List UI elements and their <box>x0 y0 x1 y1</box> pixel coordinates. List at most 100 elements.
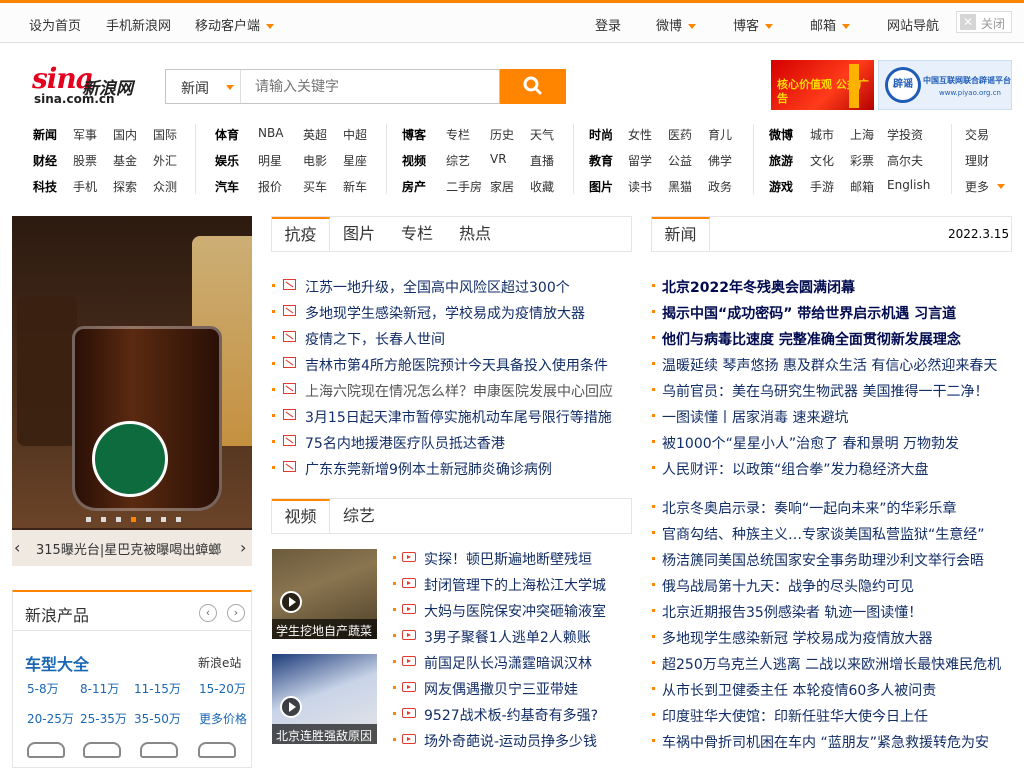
nav-link[interactable]: 公益 <box>668 152 692 169</box>
carousel-dot[interactable] <box>161 517 166 522</box>
news-link[interactable]: 3月15日起天津市暂停实施机动车尾号限行等措施 <box>305 407 612 427</box>
carousel-dot[interactable] <box>146 517 151 522</box>
weibo-menu[interactable]: 微博 <box>656 15 697 34</box>
news-link[interactable]: 多地现学生感染新冠，学校易成为疫情放大器 <box>305 303 585 323</box>
nav-link[interactable]: 国际 <box>153 126 177 143</box>
video-news-link[interactable]: 网友偶遇撒贝宁三亚带娃 <box>424 679 578 699</box>
search-button[interactable] <box>500 69 566 104</box>
tab-hot[interactable]: 热点 <box>446 217 504 251</box>
price-range-link[interactable]: 35-50万 <box>134 710 181 727</box>
video-news-link[interactable]: 前国足队长冯潇霆暗讽汉林 <box>424 653 592 673</box>
nav-link[interactable]: 理财 <box>965 152 989 169</box>
nav-link[interactable]: 探索 <box>113 178 137 195</box>
video-news-link[interactable]: 大妈与医院保安冲突砸输液室 <box>424 601 606 621</box>
nav-link[interactable]: 体育 <box>215 126 239 143</box>
video-thumbnail[interactable]: 北京连胜强敌原因 <box>272 654 377 744</box>
carousel-dot[interactable] <box>176 517 181 522</box>
nav-link[interactable]: 明星 <box>258 152 282 169</box>
nav-link[interactable]: 报价 <box>258 178 282 195</box>
nav-link[interactable]: 视频 <box>402 152 426 169</box>
products-next-button[interactable]: › <box>227 604 245 622</box>
carousel-prev-icon[interactable]: ‹ <box>14 538 20 557</box>
nav-link[interactable]: 城市 <box>810 126 834 143</box>
nav-link[interactable]: 高尔夫 <box>887 152 923 169</box>
carousel-caption-text[interactable]: 315曝光台|星巴克被曝喝出蟑螂 <box>36 539 221 558</box>
carousel-dot[interactable] <box>101 517 106 522</box>
nav-link[interactable]: 新车 <box>343 178 367 195</box>
price-range-link[interactable]: 更多价格 <box>199 710 247 727</box>
news-link[interactable]: 超250万乌克兰人逃离 二战以来欧洲增长最快难民危机 <box>662 654 1001 674</box>
nav-link[interactable]: 读书 <box>628 178 652 195</box>
tab-video[interactable]: 视频 <box>272 499 330 533</box>
car-icon[interactable] <box>27 742 65 758</box>
price-range-link[interactable]: 5-8万 <box>27 680 59 697</box>
video-news-link[interactable]: 场外奇葩说-运动员挣多少钱 <box>424 731 597 751</box>
price-range-link[interactable]: 25-35万 <box>80 710 127 727</box>
nav-link[interactable]: 中超 <box>343 126 367 143</box>
car-icon[interactable] <box>198 742 236 758</box>
news-link[interactable]: 官商勾结、种族主义…专家谈美国私营监狱“生意经” <box>662 524 985 544</box>
nav-link[interactable]: 国内 <box>113 126 137 143</box>
video-news-link[interactable]: 封闭管理下的上海松江大学城 <box>424 575 606 595</box>
nav-link[interactable]: 新闻 <box>33 126 57 143</box>
nav-link[interactable]: 众测 <box>153 178 177 195</box>
news-link[interactable]: 疫情之下，长春人世间 <box>305 329 445 349</box>
car-icon[interactable] <box>83 742 121 758</box>
sina-estation-link[interactable]: 新浪e站 <box>198 654 241 671</box>
close-button[interactable]: ✕ 关闭 <box>956 11 1012 33</box>
nav-link[interactable]: 专栏 <box>446 126 470 143</box>
news-link[interactable]: 杨洁篪同美国总统国家安全事务助理沙利文举行会晤 <box>662 550 984 570</box>
nav-link[interactable]: 彩票 <box>850 152 874 169</box>
nav-link[interactable]: 手游 <box>810 178 834 195</box>
nav-link[interactable]: English <box>887 178 930 192</box>
video-news-link[interactable]: 9527战术板-约基奇有多强? <box>424 705 598 725</box>
products-prev-button[interactable]: ‹ <box>199 604 217 622</box>
nav-link[interactable]: 二手房 <box>446 178 482 195</box>
price-range-link[interactable]: 8-11万 <box>80 680 119 697</box>
carousel-dot[interactable] <box>131 517 136 522</box>
nav-link[interactable]: 女性 <box>628 126 652 143</box>
car-icon[interactable] <box>140 742 178 758</box>
car-models-link[interactable]: 车型大全 <box>25 651 89 675</box>
nav-link[interactable]: 手机 <box>73 178 97 195</box>
nav-link[interactable]: 育儿 <box>708 126 732 143</box>
nav-link[interactable]: 博客 <box>402 126 426 143</box>
carousel-dot[interactable] <box>86 517 91 522</box>
headline-link[interactable]: 北京2022年冬残奥会圆满闭幕 <box>662 277 855 297</box>
price-range-link[interactable]: 20-25万 <box>27 710 74 727</box>
news-link[interactable]: 北京冬奥启示录：奏响“一起向未来”的华彩乐章 <box>662 498 957 518</box>
price-range-link[interactable]: 11-15万 <box>134 680 181 697</box>
tab-variety[interactable]: 综艺 <box>330 499 388 533</box>
tab-columns[interactable]: 专栏 <box>388 217 446 251</box>
news-link[interactable]: 被1000个“星星小人”治愈了 春和景明 万物勃发 <box>662 433 959 453</box>
photo-carousel[interactable]: ‹ 315曝光台|星巴克被曝喝出蟑螂 › <box>12 216 252 566</box>
nav-link[interactable]: 电影 <box>303 152 327 169</box>
nav-link[interactable]: 上海 <box>850 126 874 143</box>
ad-banner-core-values[interactable]: 核心价值观 公益广告 <box>771 60 874 110</box>
tab-pictures[interactable]: 图片 <box>330 217 388 251</box>
nav-link[interactable]: 游戏 <box>769 178 793 195</box>
nav-link[interactable]: 历史 <box>490 126 514 143</box>
nav-link[interactable]: 家居 <box>490 178 514 195</box>
news-link[interactable]: 广东东莞新增9例本土新冠肺炎确诊病例 <box>305 459 552 479</box>
nav-link[interactable]: 英超 <box>303 126 327 143</box>
nav-link[interactable]: 微博 <box>769 126 793 143</box>
video-news-link[interactable]: 实探！顿巴斯遍地断壁残垣 <box>424 549 592 569</box>
search-category-select[interactable]: 新闻 <box>166 70 241 103</box>
mobile-client-menu[interactable]: 移动客户端 <box>195 15 275 34</box>
nav-link[interactable]: 教育 <box>589 152 613 169</box>
sina-logo[interactable]: sina 新浪网 sina.com.cn <box>32 62 144 108</box>
tab-news[interactable]: 新闻 <box>652 217 710 251</box>
news-link[interactable]: 温暖延续 琴声悠扬 惠及群众生活 有信心必然迎来春天 <box>662 355 997 375</box>
ad-banner-rumor-platform[interactable]: 辟谣 中国互联网联合辟谣平台 www.piyao.org.cn <box>878 60 1012 110</box>
nav-link[interactable]: 收藏 <box>530 178 554 195</box>
play-icon[interactable] <box>280 696 302 718</box>
headline-link[interactable]: 揭示中国“成功密码” 带给世界启示机遇 习言道 <box>662 303 956 323</box>
nav-link[interactable]: 邮箱 <box>850 178 874 195</box>
news-link[interactable]: 一图读懂丨居家消毒 速来避坑 <box>662 407 848 427</box>
blog-menu[interactable]: 博客 <box>733 15 774 34</box>
nav-link[interactable]: 财经 <box>33 152 57 169</box>
nav-link[interactable]: VR <box>490 152 507 166</box>
nav-link[interactable]: 综艺 <box>446 152 470 169</box>
news-link[interactable]: 多地现学生感染新冠 学校易成为疫情放大器 <box>662 628 932 648</box>
